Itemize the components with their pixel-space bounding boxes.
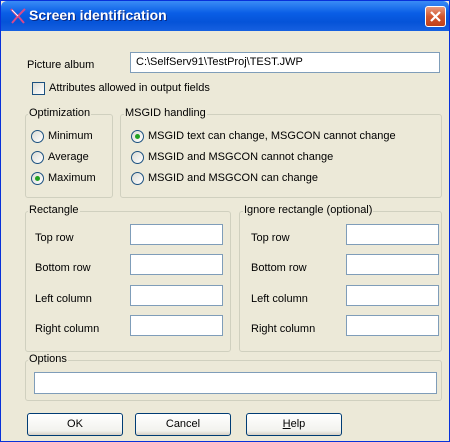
radio-minimum[interactable] (31, 130, 44, 143)
rect-right-column-label: Right column (35, 323, 100, 335)
radio-average-label: Average (48, 151, 89, 163)
title-bar[interactable]: Screen identification (1, 1, 449, 31)
window-title: Screen identification (29, 7, 167, 23)
rect-top-row-label: Top row (35, 232, 74, 244)
ignore-right-column-label: Right column (251, 323, 316, 335)
help-button[interactable]: Help (246, 413, 342, 436)
radio-maximum[interactable] (31, 172, 44, 185)
radio-minimum-label: Minimum (48, 130, 93, 142)
close-icon (430, 11, 441, 22)
ignore-bottom-row-input[interactable] (346, 254, 439, 275)
help-label-rest: elp (290, 418, 306, 430)
options-legend: Options (28, 353, 68, 365)
help-mnemonic: H (282, 418, 291, 430)
radio-average[interactable] (31, 151, 44, 164)
options-input[interactable] (34, 372, 437, 394)
ignore-left-column-input[interactable] (346, 285, 439, 306)
attributes-checkbox[interactable] (32, 82, 45, 95)
picture-album-label: Picture album (27, 59, 95, 71)
ignore-top-row-label: Top row (251, 232, 290, 244)
rectangle-legend: Rectangle (28, 204, 80, 216)
attributes-label: Attributes allowed in output fields (49, 82, 210, 94)
ignore-left-column-label: Left column (251, 293, 308, 305)
optimization-legend: Optimization (28, 107, 92, 119)
radio-msgid-can-change[interactable] (131, 172, 144, 185)
radio-msgid-cannot-change-label: MSGID and MSGCON cannot change (148, 151, 334, 163)
radio-msgid-text-can-change[interactable] (131, 130, 144, 143)
radio-msgid-cannot-change[interactable] (131, 151, 144, 164)
rect-bottom-row-input[interactable] (130, 254, 223, 275)
ignore-bottom-row-label: Bottom row (251, 262, 307, 274)
radio-maximum-label: Maximum (48, 172, 96, 184)
rect-bottom-row-label: Bottom row (35, 262, 91, 274)
ignore-right-column-input[interactable] (346, 315, 439, 336)
rect-right-column-input[interactable] (130, 315, 223, 336)
ok-button[interactable]: OK (27, 413, 123, 436)
picture-album-input[interactable]: C:\SelfServ91\TestProj\TEST.JWP (130, 52, 440, 73)
cancel-button[interactable]: Cancel (135, 413, 231, 436)
dialog-window: Screen identification Picture album C:\S… (0, 0, 450, 442)
ignore-rectangle-legend: Ignore rectangle (optional) (243, 204, 374, 216)
rect-left-column-label: Left column (35, 293, 92, 305)
radio-msgid-can-change-label: MSGID and MSGCON can change (148, 172, 318, 184)
radio-msgid-text-can-change-label: MSGID text can change, MSGCON cannot cha… (148, 130, 396, 142)
rect-left-column-input[interactable] (130, 285, 223, 306)
rect-top-row-input[interactable] (130, 224, 223, 245)
close-button[interactable] (425, 6, 446, 27)
msgid-legend: MSGID handling (124, 107, 207, 119)
ignore-top-row-input[interactable] (346, 224, 439, 245)
app-icon (10, 8, 26, 24)
